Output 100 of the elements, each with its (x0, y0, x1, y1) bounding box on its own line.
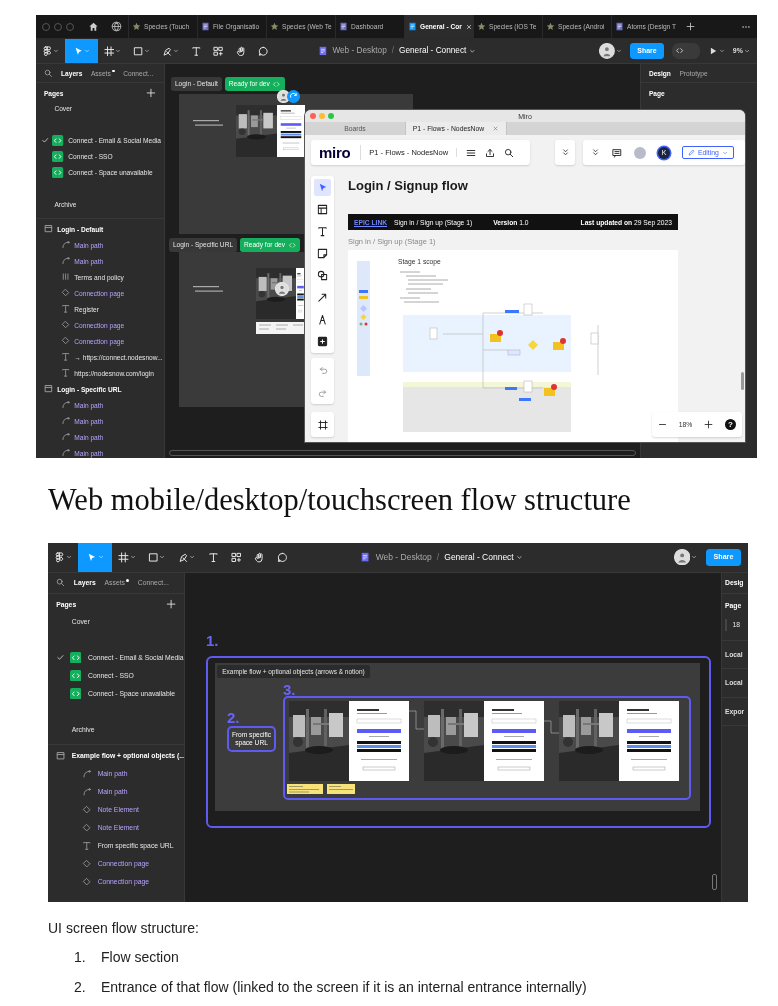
frame-icon (117, 551, 129, 563)
frame-icon (43, 224, 54, 234)
star-icon (477, 22, 486, 31)
file-name-button[interactable]: General - Connect (444, 552, 524, 563)
path-icon (82, 787, 92, 797)
text-icon (61, 352, 71, 362)
path-icon (61, 256, 71, 266)
frame-icon (103, 45, 115, 57)
dev-mode-toggle[interactable] (672, 43, 700, 59)
avatar-button[interactable] (598, 43, 622, 59)
caret-icon (516, 553, 524, 561)
caret-icon (468, 47, 476, 55)
star-icon (132, 22, 141, 31)
breadcrumb-separator: / (391, 46, 395, 56)
list-item: Entrance of that flow (linked to the screen if it is an internal entrance internally) (101, 979, 587, 995)
caret-icon (144, 48, 151, 54)
login-form-drawing (277, 105, 305, 157)
list-item: Flow section (101, 949, 179, 965)
caret-icon (129, 554, 136, 561)
path-icon (82, 769, 92, 779)
project-name[interactable]: Web - Desktop (332, 46, 387, 56)
rectangle-icon (132, 45, 144, 57)
text-lines-drawing (193, 286, 223, 293)
caret-icon (744, 47, 751, 55)
list-number: 1. (74, 949, 87, 965)
diamond-icon (61, 288, 71, 298)
chevrons-icon[interactable] (560, 148, 570, 157)
path-icon (61, 416, 71, 426)
pencil-icon (688, 149, 695, 156)
share-icon[interactable] (485, 147, 496, 158)
plus-icon (704, 420, 714, 429)
project-name[interactable]: Web - Desktop (375, 552, 432, 563)
screens-frame[interactable] (283, 695, 691, 800)
comment-icon[interactable] (612, 147, 622, 158)
hand-icon (235, 45, 247, 57)
caret-icon (115, 48, 122, 54)
section-number: 1. (206, 632, 219, 648)
board-heading: Login / Signup flow (348, 178, 468, 193)
add-icon (317, 336, 328, 347)
sticky-note-icon (317, 248, 328, 259)
file-icon (201, 22, 210, 31)
dev-status-icon (52, 135, 64, 147)
dot-icon (126, 579, 130, 583)
search-icon (56, 578, 65, 588)
path-icon (61, 448, 71, 458)
comment-icon (276, 551, 288, 563)
star-icon (546, 22, 555, 31)
sticky-note-drawing (287, 783, 355, 794)
pen-icon (317, 314, 328, 325)
bars-icon (61, 272, 71, 282)
file-icon (317, 46, 328, 56)
zoom-in-button[interactable] (704, 420, 714, 429)
dev-status-icon (52, 151, 64, 163)
add-page-icon[interactable] (165, 599, 176, 610)
avatar-button[interactable] (673, 549, 698, 566)
section-number: 2. (227, 709, 240, 725)
file-icon (360, 552, 371, 563)
new-tab-icon[interactable] (686, 22, 695, 31)
frame-icon (43, 384, 54, 394)
logo[interactable]: miro (311, 145, 362, 160)
search-icon[interactable] (504, 147, 515, 158)
list-number: 2. (74, 979, 87, 995)
menu-icon[interactable] (466, 147, 477, 158)
scrollbar[interactable] (169, 450, 636, 456)
frames-icon[interactable] (317, 419, 328, 430)
dev-status-icon (69, 669, 82, 682)
caret-icon (65, 554, 72, 561)
text-icon (190, 45, 202, 57)
dev-status-icon (69, 651, 82, 664)
add-page-icon[interactable] (146, 88, 157, 99)
hand-icon (253, 551, 265, 563)
dot-icon (111, 69, 115, 73)
cursor-icon (86, 551, 97, 563)
star-icon (270, 22, 279, 31)
close-icon[interactable] (464, 22, 473, 31)
move-tool-button[interactable] (77, 543, 112, 572)
file-name-button[interactable]: General - Connect (398, 46, 476, 56)
chevrons-icon[interactable] (591, 148, 600, 157)
section-number: 3. (283, 681, 296, 697)
globe-icon[interactable] (111, 21, 122, 32)
frame-icon (56, 751, 66, 761)
caret-icon (691, 554, 698, 561)
text-icon (82, 841, 92, 851)
help-button[interactable]: ? (725, 419, 737, 430)
refresh-icon (287, 90, 300, 103)
template-icon (317, 204, 328, 215)
pen-icon (161, 45, 173, 57)
file-icon (339, 22, 348, 31)
shapes-grid-icon (213, 45, 224, 57)
caret-icon (173, 48, 180, 54)
file-icon (408, 22, 417, 31)
code-icon (287, 240, 297, 250)
dev-status-icon (52, 167, 64, 179)
scrollbar[interactable] (712, 874, 717, 890)
file-icon (615, 22, 624, 31)
page-heading: Web mobile/desktop/touchscreen flow structure (48, 483, 631, 518)
home-icon[interactable] (88, 21, 99, 32)
path-icon (61, 400, 71, 410)
scrollbar[interactable] (741, 372, 744, 390)
connector-line (409, 709, 424, 730)
